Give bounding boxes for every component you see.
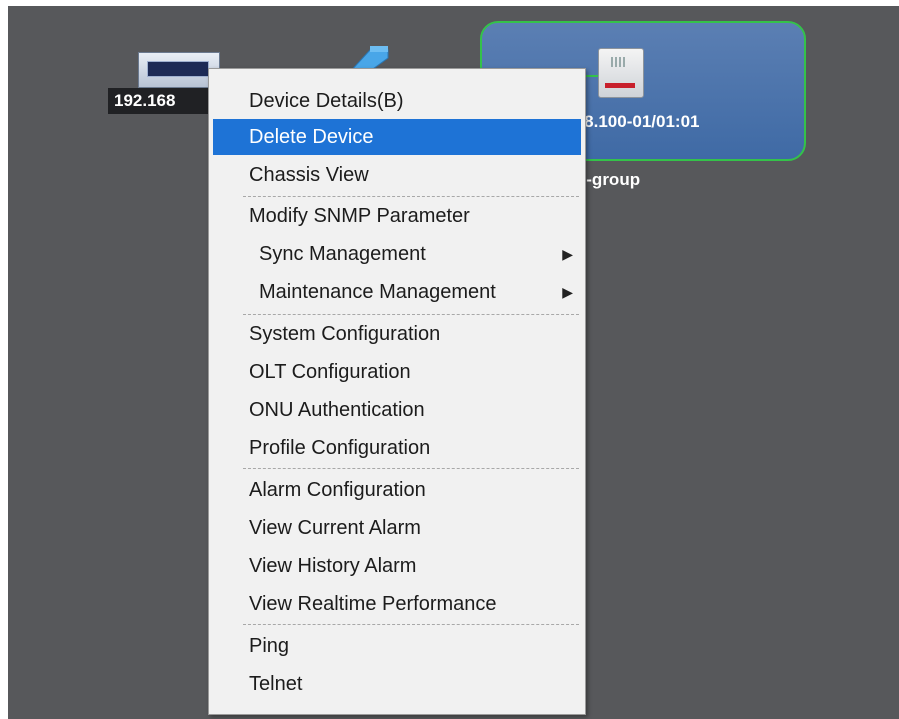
submenu-arrow-icon: ▶ bbox=[562, 284, 573, 300]
group-device-label[interactable]: 8.8.100-01/01:01 bbox=[570, 112, 700, 132]
menu-item-onu-authentication[interactable]: ONU Authentication bbox=[213, 392, 581, 428]
menu-item-label: Sync Management bbox=[259, 243, 426, 265]
menu-item-modify-snmp[interactable]: Modify SNMP Parameter bbox=[213, 198, 581, 234]
menu-item-profile-configuration[interactable]: Profile Configuration bbox=[213, 430, 581, 466]
menu-item-ping[interactable]: Ping bbox=[213, 628, 581, 664]
menu-item-label: Delete Device bbox=[249, 126, 374, 148]
menu-separator bbox=[243, 468, 579, 469]
context-menu: Device Details(B) Delete Device Chassis … bbox=[208, 68, 586, 715]
menu-item-view-current-alarm[interactable]: View Current Alarm bbox=[213, 510, 581, 546]
menu-item-label: View Realtime Performance bbox=[249, 593, 497, 615]
menu-item-label: Chassis View bbox=[249, 164, 369, 186]
menu-item-sync-management[interactable]: Sync Management ▶ bbox=[213, 236, 581, 272]
menu-item-label: ONU Authentication bbox=[249, 399, 425, 421]
menu-item-olt-configuration[interactable]: OLT Configuration bbox=[213, 354, 581, 390]
menu-item-telnet[interactable]: Telnet bbox=[213, 666, 581, 702]
menu-item-label: Device Details(B) bbox=[249, 90, 404, 112]
menu-item-device-details[interactable]: Device Details(B) bbox=[213, 83, 581, 119]
menu-item-label: Modify SNMP Parameter bbox=[249, 205, 470, 227]
menu-item-delete-device[interactable]: Delete Device bbox=[213, 119, 581, 155]
menu-item-label: System Configuration bbox=[249, 323, 441, 345]
menu-item-label: OLT Configuration bbox=[249, 361, 411, 383]
menu-item-view-realtime-performance[interactable]: View Realtime Performance bbox=[213, 586, 581, 622]
menu-separator bbox=[243, 314, 579, 315]
menu-item-label: View Current Alarm bbox=[249, 517, 421, 539]
menu-item-view-history-alarm[interactable]: View History Alarm bbox=[213, 548, 581, 584]
menu-separator bbox=[243, 196, 579, 197]
menu-item-maintenance-management[interactable]: Maintenance Management ▶ bbox=[213, 274, 581, 310]
menu-item-system-configuration[interactable]: System Configuration bbox=[213, 316, 581, 352]
menu-item-label: Alarm Configuration bbox=[249, 479, 426, 501]
menu-separator bbox=[243, 624, 579, 625]
onu-device-icon[interactable] bbox=[598, 48, 644, 98]
submenu-arrow-icon: ▶ bbox=[562, 246, 573, 262]
menu-item-label: Maintenance Management bbox=[259, 281, 496, 303]
menu-item-alarm-configuration[interactable]: Alarm Configuration bbox=[213, 472, 581, 508]
menu-item-label: View History Alarm bbox=[249, 555, 417, 577]
menu-item-label: Telnet bbox=[249, 673, 303, 695]
menu-item-label: Ping bbox=[249, 635, 290, 657]
menu-item-chassis-view[interactable]: Chassis View bbox=[213, 157, 581, 193]
menu-item-label: Profile Configuration bbox=[249, 437, 431, 459]
